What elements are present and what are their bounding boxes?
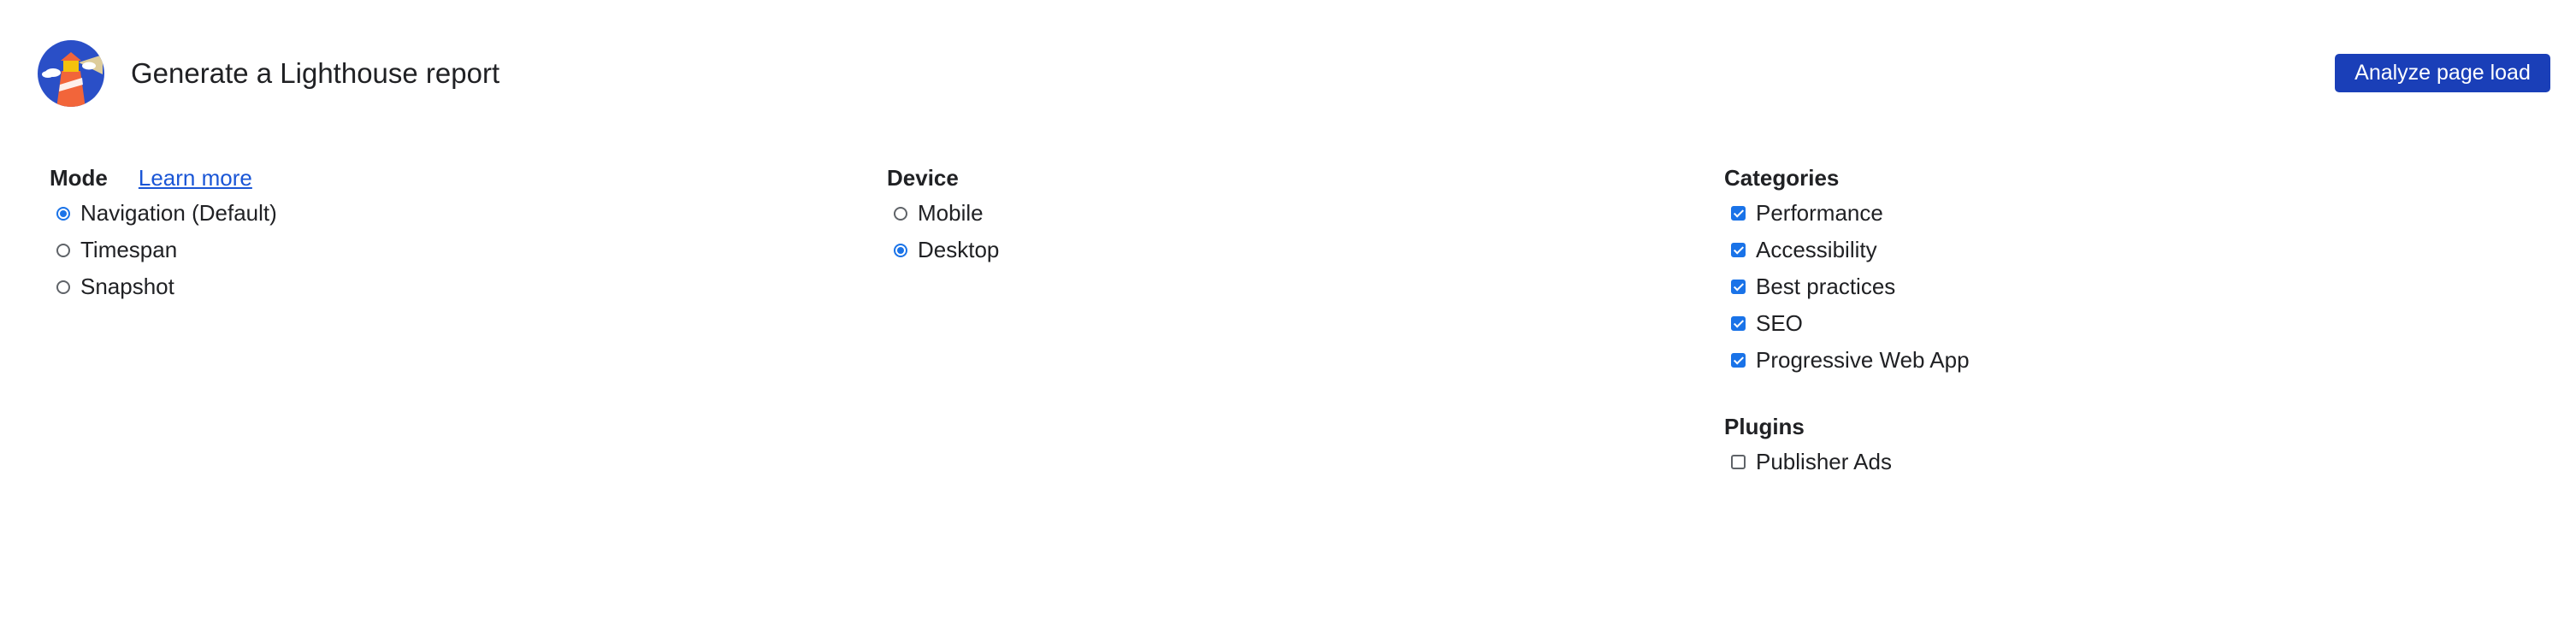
category-label: Best practices <box>1756 274 1896 299</box>
mode-option-snapshot[interactable]: Snapshot <box>50 268 277 305</box>
mode-option-label: Snapshot <box>80 274 174 299</box>
performance-checkbox[interactable] <box>1731 206 1746 221</box>
snapshot-radio[interactable] <box>56 280 70 294</box>
best-practices-checkbox[interactable] <box>1731 280 1746 294</box>
accessibility-checkbox[interactable] <box>1731 243 1746 257</box>
timespan-radio[interactable] <box>56 243 70 257</box>
mode-option-label: Navigation (Default) <box>80 200 277 226</box>
categories-heading: Categories <box>1724 164 1840 191</box>
publisher-ads-checkbox[interactable] <box>1731 455 1746 469</box>
category-pwa[interactable]: Progressive Web App <box>1724 342 1970 379</box>
page-title: Generate a Lighthouse report <box>131 57 500 89</box>
mode-option-timespan[interactable]: Timespan <box>50 232 277 268</box>
category-best-practices[interactable]: Best practices <box>1724 268 1970 305</box>
device-section: Device Mobile Desktop <box>887 161 999 268</box>
category-label: SEO <box>1756 310 1803 336</box>
pwa-checkbox[interactable] <box>1731 353 1746 368</box>
plugins-section: Plugins Publisher Ads <box>1724 409 1892 480</box>
mode-section: Mode Learn more Navigation (Default) Tim… <box>50 161 277 305</box>
category-performance[interactable]: Performance <box>1724 195 1970 232</box>
device-heading: Device <box>887 164 959 191</box>
mode-option-label: Timespan <box>80 237 178 262</box>
category-label: Progressive Web App <box>1756 347 1970 373</box>
device-option-mobile[interactable]: Mobile <box>887 195 999 232</box>
seo-checkbox[interactable] <box>1731 316 1746 331</box>
category-label: Performance <box>1756 200 1883 226</box>
learn-more-link[interactable]: Learn more <box>139 165 252 191</box>
plugin-label: Publisher Ads <box>1756 449 1892 474</box>
analyze-page-load-button[interactable]: Analyze page load <box>2335 54 2550 92</box>
lighthouse-logo-icon <box>38 40 104 107</box>
category-label: Accessibility <box>1756 237 1877 262</box>
header: Generate a Lighthouse report Analyze pag… <box>0 0 2576 145</box>
category-seo[interactable]: SEO <box>1724 305 1970 342</box>
mode-heading: Mode <box>50 164 108 191</box>
plugin-publisher-ads[interactable]: Publisher Ads <box>1724 444 1892 480</box>
navigation-radio[interactable] <box>56 206 70 221</box>
categories-section: Categories Performance Accessibility Bes… <box>1724 161 1970 379</box>
mobile-radio[interactable] <box>894 206 907 221</box>
plugins-heading: Plugins <box>1724 413 1805 439</box>
device-option-label: Desktop <box>918 237 1000 262</box>
mode-option-navigation[interactable]: Navigation (Default) <box>50 195 277 232</box>
device-option-desktop[interactable]: Desktop <box>887 232 999 268</box>
device-option-label: Mobile <box>918 200 984 226</box>
desktop-radio[interactable] <box>894 243 907 257</box>
category-accessibility[interactable]: Accessibility <box>1724 232 1970 268</box>
